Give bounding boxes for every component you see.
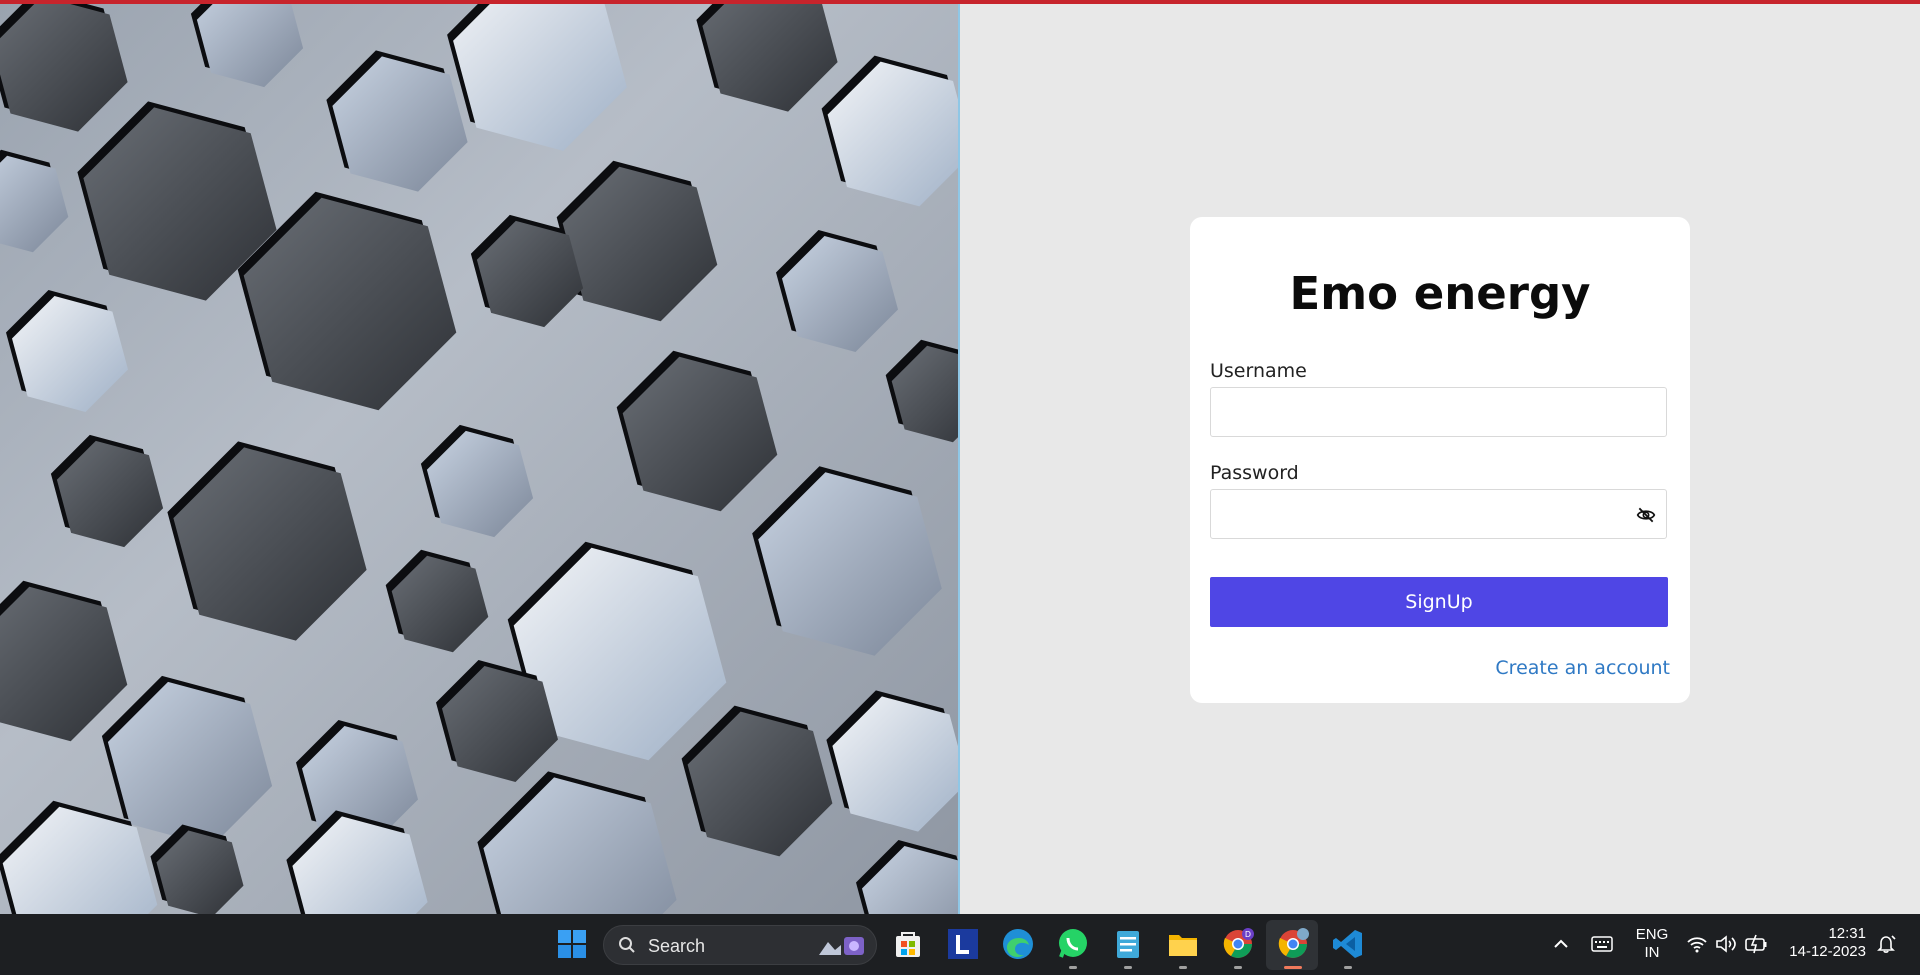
hexagon-cell	[0, 4, 128, 132]
clock-time: 12:31	[1828, 925, 1866, 942]
keyboard-icon[interactable]	[1591, 935, 1613, 953]
running-indicator	[1344, 966, 1352, 969]
windows-taskbar: Search D ENG IN 12:31 14-12-2023	[0, 914, 1920, 975]
wifi-icon[interactable]	[1686, 934, 1708, 954]
chrome-profile-icon[interactable]: D	[1221, 927, 1255, 961]
password-label: Password	[1210, 462, 1299, 484]
running-indicator	[1124, 966, 1132, 969]
hexagon-pattern	[0, 4, 958, 914]
l-app-icon[interactable]	[946, 927, 980, 961]
eye-off-icon[interactable]	[1636, 505, 1656, 525]
edge-icon[interactable]	[1001, 927, 1035, 961]
password-field[interactable]	[1210, 489, 1667, 539]
search-highlight-icon	[819, 937, 864, 955]
notification-bell-icon[interactable]	[1876, 934, 1896, 954]
volume-icon[interactable]	[1715, 934, 1737, 954]
hexagon-cell	[453, 4, 627, 151]
clock[interactable]: 12:31 14-12-2023	[1780, 925, 1866, 961]
region-code: IN	[1644, 944, 1660, 961]
start-icon[interactable]	[555, 927, 589, 961]
hexagon-background-image	[0, 4, 960, 914]
signup-card: Emo energy Username Password SignUp Crea…	[1190, 217, 1690, 703]
chevron-up-icon[interactable]	[1552, 935, 1570, 953]
chrome-icon[interactable]	[1276, 927, 1310, 961]
store-icon[interactable]	[891, 927, 925, 961]
profile-badge-letter: D	[1245, 930, 1251, 939]
create-account-link[interactable]: Create an account	[1495, 657, 1670, 679]
language-code: ENG	[1635, 926, 1669, 943]
hexagon-cell	[702, 4, 838, 112]
clock-date: 14-12-2023	[1789, 943, 1866, 960]
username-field[interactable]	[1210, 387, 1667, 437]
notepad-icon[interactable]	[1111, 927, 1145, 961]
file-explorer-icon[interactable]	[1166, 927, 1200, 961]
hexagon-cell	[0, 586, 128, 742]
taskbar-search[interactable]: Search	[603, 925, 877, 965]
hexagon-cell	[173, 447, 367, 641]
hexagon-cell	[0, 155, 69, 253]
vscode-icon[interactable]	[1331, 927, 1365, 961]
search-icon	[619, 937, 635, 953]
hexagon-cell	[483, 777, 677, 914]
running-indicator	[1234, 966, 1242, 969]
password-input[interactable]	[1211, 490, 1666, 538]
language-indicator[interactable]: ENG IN	[1633, 926, 1671, 962]
search-label: Search	[648, 936, 706, 956]
signup-button[interactable]: SignUp	[1210, 577, 1668, 627]
whatsapp-icon[interactable]	[1056, 927, 1090, 961]
hexagon-cell	[292, 816, 428, 914]
hexagon-cell	[758, 472, 942, 656]
running-indicator	[1069, 966, 1077, 969]
username-label: Username	[1210, 360, 1307, 382]
app-title: Emo energy	[1289, 267, 1591, 320]
hexagon-cell	[196, 4, 304, 88]
username-input[interactable]	[1211, 388, 1666, 436]
running-indicator-active	[1284, 966, 1302, 969]
battery-charging-icon[interactable]	[1744, 934, 1768, 954]
running-indicator	[1179, 966, 1187, 969]
